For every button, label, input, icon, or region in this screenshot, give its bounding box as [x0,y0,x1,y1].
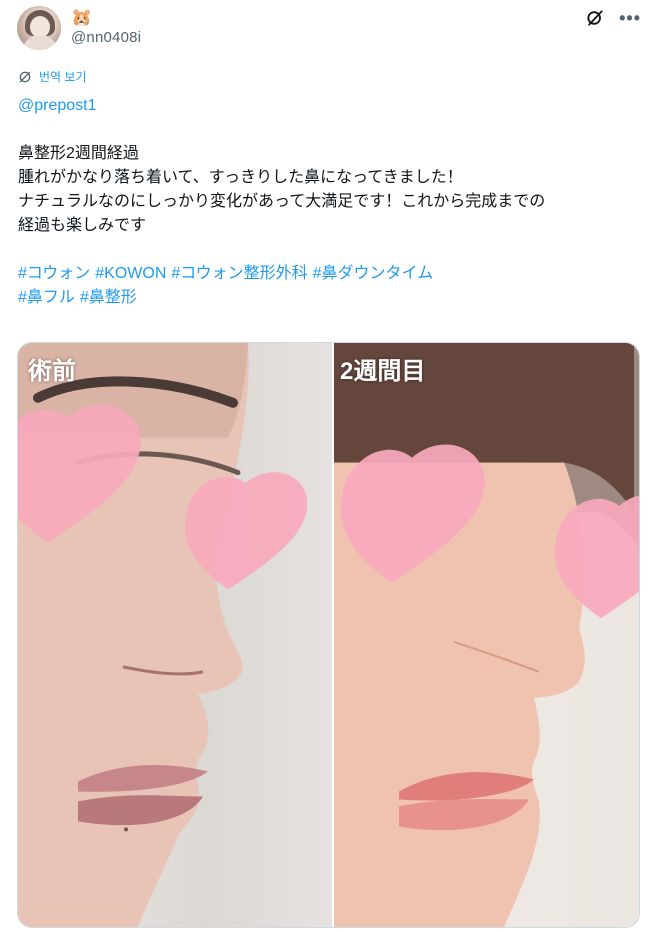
hashtag-link[interactable]: #鼻ダウンタイム [313,265,434,282]
before-photo[interactable]: 術前 [18,343,332,927]
translate-icon [19,71,31,82]
before-face-illustration [18,343,308,927]
post-media[interactable]: 術前 2週間目 [17,342,640,928]
hashtag-link[interactable]: #コウォン [18,265,90,282]
display-name[interactable]: 🐹 [71,7,92,29]
hashtag-link[interactable]: #鼻整形 [80,289,137,306]
after-photo[interactable]: 2週間目 [334,343,639,927]
hashtag-link[interactable]: #鼻フル [18,289,75,306]
translate-label: 번역 보기 [39,70,87,84]
after-label: 2週間目 [340,358,426,385]
hashtag-row: #鼻フル #鼻整形 [18,286,640,310]
post-line: 鼻整形2週間経過 [18,145,139,162]
hashtag-row: #コウォン #KOWON #コウォン整形外科 #鼻ダウンタイム [18,262,640,286]
user-handle[interactable]: @nn0408i [71,29,141,46]
mention-link[interactable]: @prepost1 [18,97,97,114]
post-line: ナチュラルなのにしっかり変化があって大満足です！これから完成までの [18,193,546,210]
hamster-emoji: 🐹 [71,8,93,27]
header-actions: ••• [585,8,641,28]
before-label: 術前 [28,358,76,385]
post-body: @prepost1 鼻整形2週間経過 腫れがかなり落ち着いて、すっきりした鼻にな… [18,94,640,310]
more-options-icon[interactable]: ••• [619,8,641,28]
after-face-illustration [334,343,639,927]
tweet-header: 🐹 @nn0408i ••• [17,6,641,52]
post-line: 経過も楽しみです [18,217,147,234]
translate-link[interactable]: 번역 보기 [17,68,87,85]
hashtag-link[interactable]: #KOWON [95,265,166,282]
avatar[interactable] [17,6,61,50]
grok-icon[interactable] [585,8,605,28]
post-line: 腫れがかなり落ち着いて、すっきりした鼻になってきました！ [18,169,463,186]
hashtag-link[interactable]: #コウォン整形外科 [171,265,307,282]
